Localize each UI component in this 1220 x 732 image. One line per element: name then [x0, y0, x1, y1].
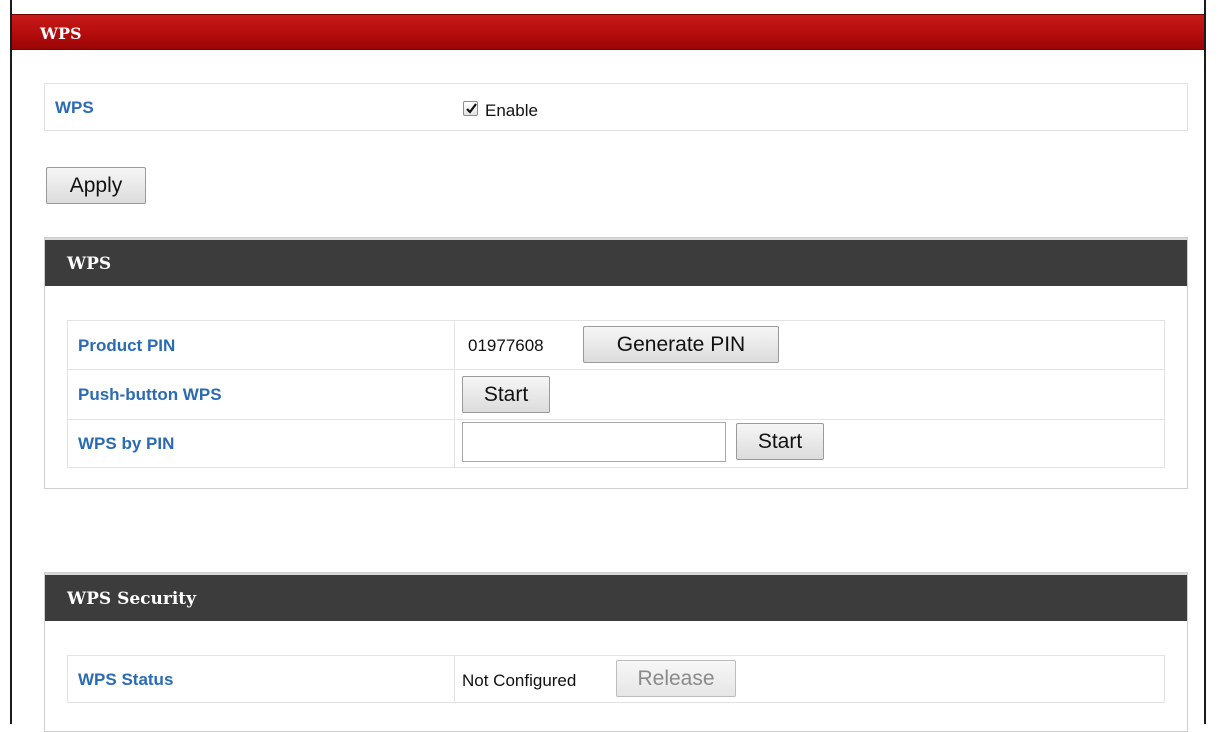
wps-security-panel: WPS Security WPS Status Not Configured R…: [44, 572, 1188, 732]
push-button-wps-label: Push-button WPS: [78, 385, 222, 404]
release-button[interactable]: Release: [616, 660, 736, 697]
push-button-start-button[interactable]: Start: [462, 376, 550, 413]
wps-pin-input[interactable]: [462, 422, 726, 462]
main-frame: WPS WPS Enable Apply WPS Product PIN 019…: [10, 0, 1206, 732]
wps-enable-row: WPS Enable: [44, 83, 1188, 131]
wps-settings-table: Product PIN 01977608 Generate PIN Push-b…: [67, 320, 1165, 468]
wps-panel-header: WPS: [45, 238, 1187, 286]
wps-panel-title: WPS: [67, 254, 112, 274]
column-divider: [454, 321, 455, 467]
page-title: WPS: [40, 24, 82, 43]
wps-status-label: WPS Status: [78, 670, 174, 689]
wps-status-row: WPS Status Not Configured Release: [67, 655, 1165, 703]
column-divider: [454, 656, 455, 702]
generate-pin-button[interactable]: Generate PIN: [583, 326, 779, 363]
wps-enable-label: WPS: [55, 98, 94, 117]
wps-status-value: Not Configured: [462, 671, 577, 690]
wps-by-pin-label: WPS by PIN: [78, 434, 175, 453]
wps-security-panel-header: WPS Security: [45, 573, 1187, 621]
apply-button[interactable]: Apply: [46, 167, 146, 204]
wps-enable-checkbox-label: Enable: [485, 101, 538, 120]
wps-panel: WPS Product PIN 01977608 Generate PIN Pu…: [44, 237, 1188, 489]
wps-by-pin-start-button[interactable]: Start: [736, 423, 824, 460]
product-pin-label: Product PIN: [78, 336, 176, 355]
row-divider: [68, 419, 1164, 420]
wps-enable-checkbox[interactable]: [463, 101, 478, 116]
row-divider: [68, 369, 1164, 370]
checkmark-icon: [466, 103, 477, 114]
product-pin-value: 01977608: [468, 336, 544, 355]
page-header-bar: WPS: [12, 14, 1204, 50]
wps-security-panel-title: WPS Security: [67, 589, 197, 609]
